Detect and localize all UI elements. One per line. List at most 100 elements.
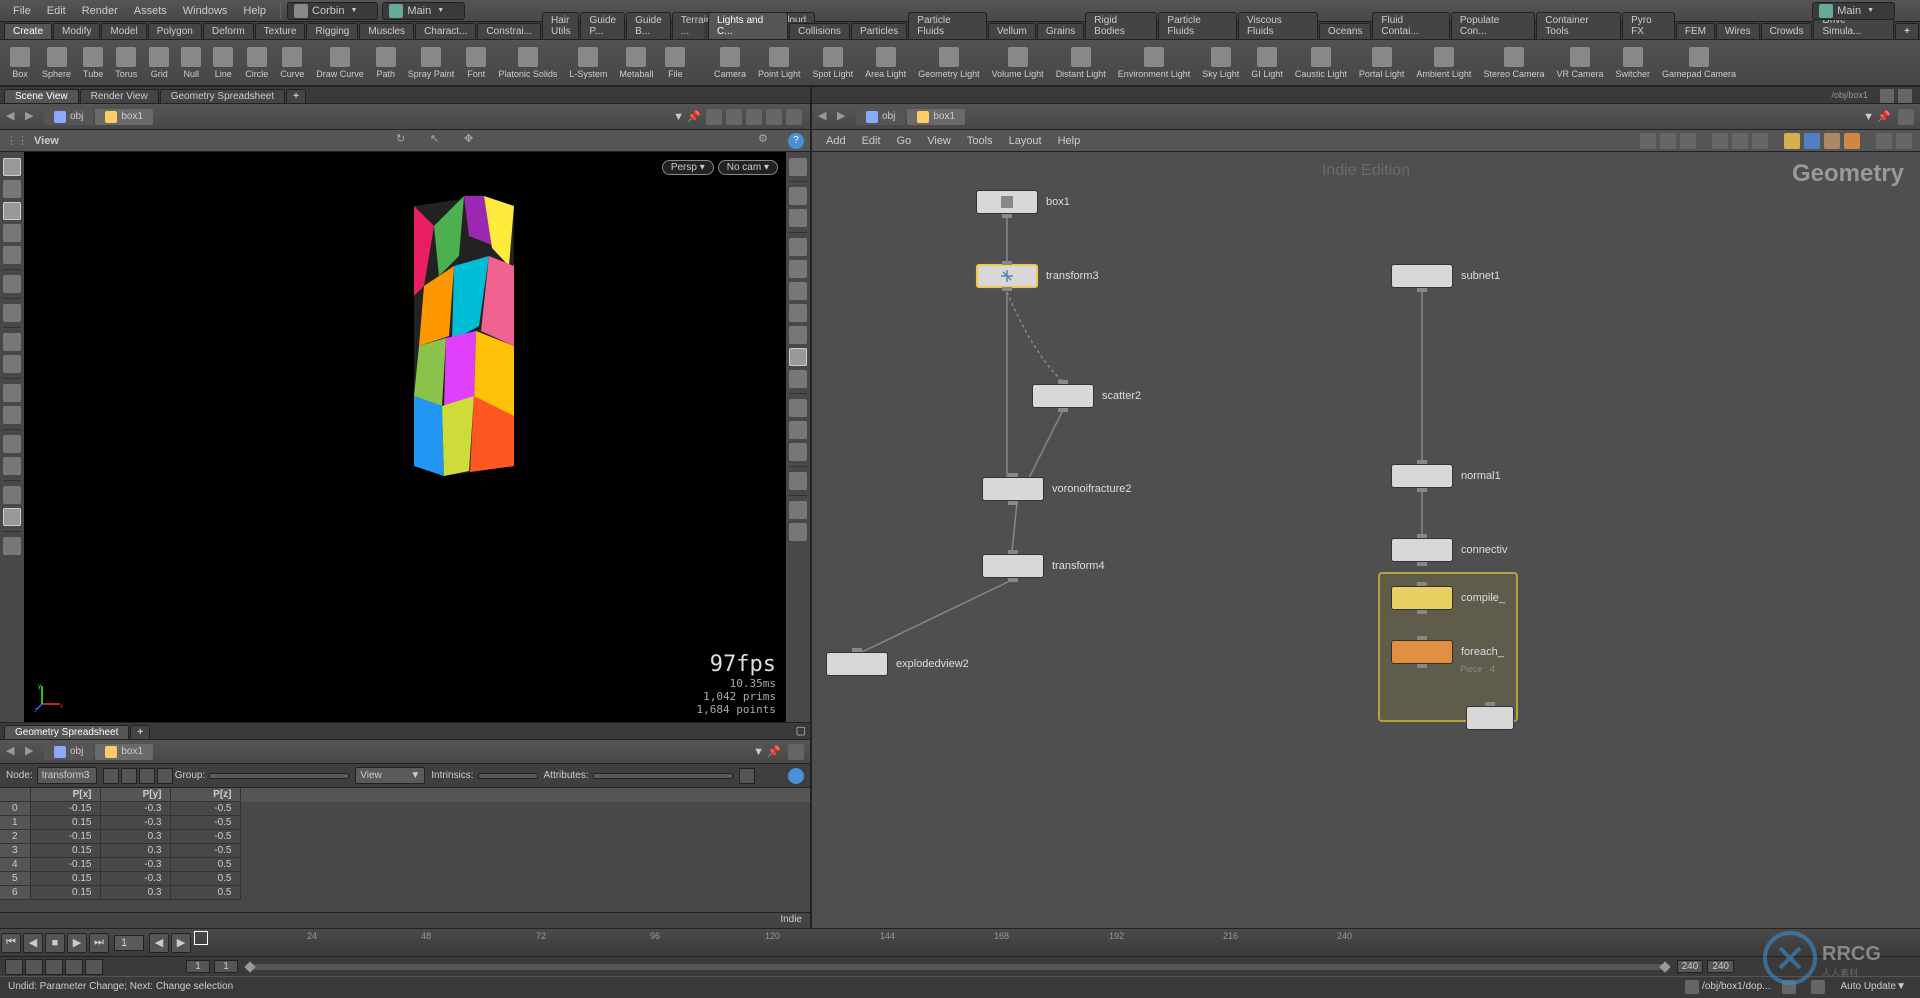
help-icon[interactable]: ? — [788, 133, 804, 149]
tool-box[interactable]: Box — [4, 45, 36, 81]
tool-path[interactable]: Path — [370, 45, 402, 81]
cell[interactable]: 5 — [0, 872, 30, 886]
node-box1[interactable]: box1 — [976, 190, 1070, 214]
shelf-tab[interactable]: Deform — [203, 23, 254, 39]
tool-spray-paint[interactable]: Spray Paint — [402, 45, 461, 81]
tool-ambient-light[interactable]: Ambient Light — [1410, 45, 1477, 81]
shelf-tab[interactable]: Model — [101, 23, 146, 39]
intrinsics-field[interactable] — [478, 773, 538, 779]
cell[interactable]: 1 — [0, 816, 30, 830]
flat-icon[interactable] — [789, 370, 807, 388]
tool-environment-light[interactable]: Environment Light — [1112, 45, 1197, 81]
viewport[interactable]: Persp ▾ No cam ▾ — [24, 152, 786, 722]
shelf-tab[interactable]: Particle Fluids — [1158, 12, 1237, 39]
tool-portal-light[interactable]: Portal Light — [1353, 45, 1411, 81]
tool-font[interactable]: Font — [460, 45, 492, 81]
spreadsheet-table[interactable]: P[x]P[y]P[z]0-0.15-0.3-0.510.15-0.3-0.52… — [0, 788, 810, 912]
sticky-icon[interactable] — [1844, 133, 1860, 149]
cell[interactable]: -0.5 — [170, 830, 240, 844]
wrench-icon[interactable] — [1640, 133, 1656, 149]
global-anim-icon[interactable] — [5, 959, 23, 975]
fullscreen-icon[interactable] — [786, 109, 802, 125]
settings-icon[interactable]: ⚙ — [758, 132, 776, 150]
playhead[interactable] — [194, 931, 208, 945]
tool-metaball[interactable]: Metaball — [613, 45, 659, 81]
filter-icon[interactable] — [739, 768, 755, 784]
shelf-tab[interactable]: Populate Con... — [1451, 12, 1535, 39]
tool-spot-light[interactable]: Spot Light — [807, 45, 860, 81]
chevron-down-icon[interactable]: ▼ — [673, 111, 684, 123]
menu-assets[interactable]: Assets — [126, 5, 175, 17]
camera-persp-pill[interactable]: Persp ▾ — [662, 160, 714, 175]
perf-icon[interactable] — [1782, 980, 1799, 994]
magnet2-icon[interactable] — [3, 457, 21, 475]
verts-mode-icon[interactable] — [121, 768, 137, 784]
take-selector[interactable]: Main ▼ — [382, 2, 465, 20]
menu-icon[interactable] — [789, 501, 807, 519]
tool-tube[interactable]: Tube — [77, 45, 109, 81]
tab-geo-spreadsheet[interactable]: Geometry Spreadsheet — [160, 89, 285, 103]
net-menu-edit[interactable]: Edit — [854, 135, 889, 147]
shelf-tab[interactable]: Lights and C... — [708, 12, 788, 39]
nav-back-icon[interactable]: ◀ — [6, 109, 22, 125]
points-mode-icon[interactable] — [103, 768, 119, 784]
group-field[interactable] — [209, 773, 349, 779]
shelf-tab[interactable]: Particle Fluids — [908, 12, 987, 39]
cell[interactable]: 0.15 — [30, 886, 100, 900]
prims-mode-icon[interactable] — [139, 768, 155, 784]
tool-point-light[interactable]: Point Light — [752, 45, 807, 81]
last-frame-icon[interactable]: ⏭ — [89, 933, 109, 953]
tool-distant-light[interactable]: Distant Light — [1050, 45, 1112, 81]
key-icon[interactable] — [85, 959, 103, 975]
prev-frame-icon[interactable]: ◀ — [23, 933, 43, 953]
tool-l-system[interactable]: L-System — [563, 45, 613, 81]
scope-icon[interactable] — [789, 443, 807, 461]
tool-null[interactable]: Null — [175, 45, 207, 81]
cube-icon[interactable] — [3, 486, 21, 504]
desktop-selector[interactable]: Corbin ▼ — [287, 2, 378, 20]
grip-icon[interactable]: ⋮⋮ — [6, 134, 28, 147]
cell[interactable]: 0.3 — [100, 844, 170, 858]
shelf-tab[interactable]: Wires — [1716, 23, 1760, 39]
palette-icon[interactable] — [1824, 133, 1840, 149]
nav-fwd-icon[interactable]: ▶ — [837, 109, 853, 125]
network-box-icon[interactable] — [1804, 133, 1820, 149]
fullscreen-icon[interactable] — [788, 744, 804, 760]
view-dd[interactable]: View▼ — [355, 767, 425, 784]
fullscreen-icon[interactable] — [1898, 109, 1914, 125]
node-compile[interactable]: compile_ — [1391, 586, 1505, 610]
tab-add[interactable]: + — [130, 725, 150, 739]
cell[interactable]: -0.15 — [30, 802, 100, 816]
ortho-icon[interactable] — [3, 508, 21, 526]
shelf-tab[interactable]: Guide P... — [580, 12, 625, 39]
keyframe-prev-icon[interactable]: ◀ — [149, 933, 169, 953]
range-track[interactable] — [246, 964, 1669, 970]
ghost-icon[interactable] — [789, 282, 807, 300]
shelf-tab[interactable]: Viscous Fluids — [1238, 12, 1318, 39]
cell[interactable]: 3 — [0, 844, 30, 858]
realtime-icon[interactable] — [25, 959, 43, 975]
node-foreach-inner[interactable] — [1466, 706, 1514, 730]
shelf-tab[interactable]: FEM — [1676, 23, 1715, 39]
light-icon[interactable] — [789, 187, 807, 205]
help-icon[interactable] — [789, 523, 807, 541]
split-icon[interactable] — [789, 158, 807, 176]
pin-icon[interactable]: 📌 — [1877, 110, 1891, 124]
node-scatter2[interactable]: scatter2 — [1032, 384, 1141, 408]
wire-icon[interactable] — [789, 260, 807, 278]
cell[interactable]: 6 — [0, 886, 30, 900]
scissors-icon[interactable] — [3, 406, 21, 424]
col-header[interactable]: P[x] — [30, 788, 100, 802]
tool-vr-camera[interactable]: VR Camera — [1550, 45, 1609, 81]
magnet-icon[interactable] — [3, 435, 21, 453]
shelf-tab[interactable]: Grains — [1037, 23, 1084, 39]
breadcrumb-obj[interactable]: obj — [856, 109, 905, 125]
cache-icon[interactable] — [1811, 980, 1828, 994]
shelf-tab[interactable]: Texture — [255, 23, 306, 39]
collapse-icon[interactable] — [766, 109, 782, 125]
shaded-icon[interactable] — [789, 238, 807, 256]
cell[interactable]: 0.5 — [170, 872, 240, 886]
range-handle-left[interactable] — [244, 961, 255, 972]
grid-icon[interactable] — [1680, 133, 1696, 149]
attributes-field[interactable] — [593, 773, 733, 779]
